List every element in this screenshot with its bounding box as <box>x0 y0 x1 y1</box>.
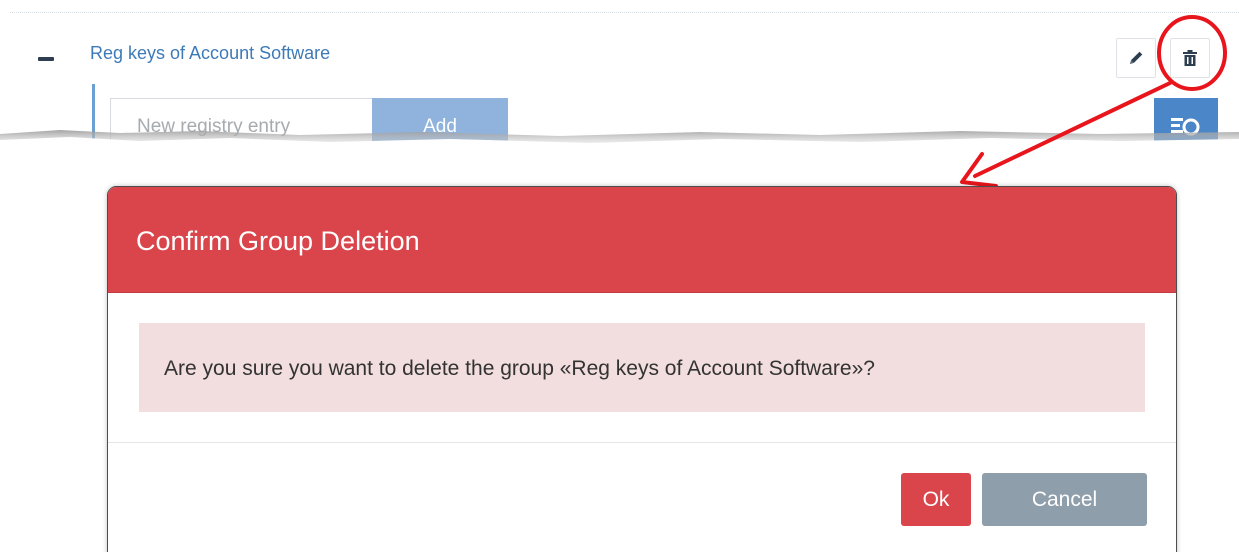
cancel-button[interactable]: Cancel <box>982 473 1147 526</box>
delete-group-button[interactable] <box>1170 38 1210 78</box>
screenshot-stage: Reg keys of Account Software New registr… <box>0 0 1239 552</box>
warning-message-text: Are you sure you want to delete the grou… <box>164 357 875 380</box>
group-title-link[interactable]: Reg keys of Account Software <box>90 42 330 64</box>
confirm-deletion-dialog: Confirm Group Deletion Are you sure you … <box>108 187 1176 552</box>
dialog-header: Confirm Group Deletion <box>108 187 1176 293</box>
ok-button[interactable]: Ok <box>901 473 971 526</box>
dialog-title: Confirm Group Deletion <box>136 226 420 256</box>
warning-message-box: Are you sure you want to delete the grou… <box>139 323 1145 412</box>
panel-top-border <box>10 12 1239 13</box>
edit-group-button[interactable] <box>1116 38 1156 78</box>
group-panel: Reg keys of Account Software New registr… <box>0 0 1239 180</box>
dialog-footer-divider <box>108 442 1176 443</box>
minus-icon[interactable] <box>38 57 54 61</box>
trash-icon <box>1183 50 1197 66</box>
torn-paper-edge <box>0 130 1239 180</box>
pencil-icon <box>1130 51 1143 64</box>
